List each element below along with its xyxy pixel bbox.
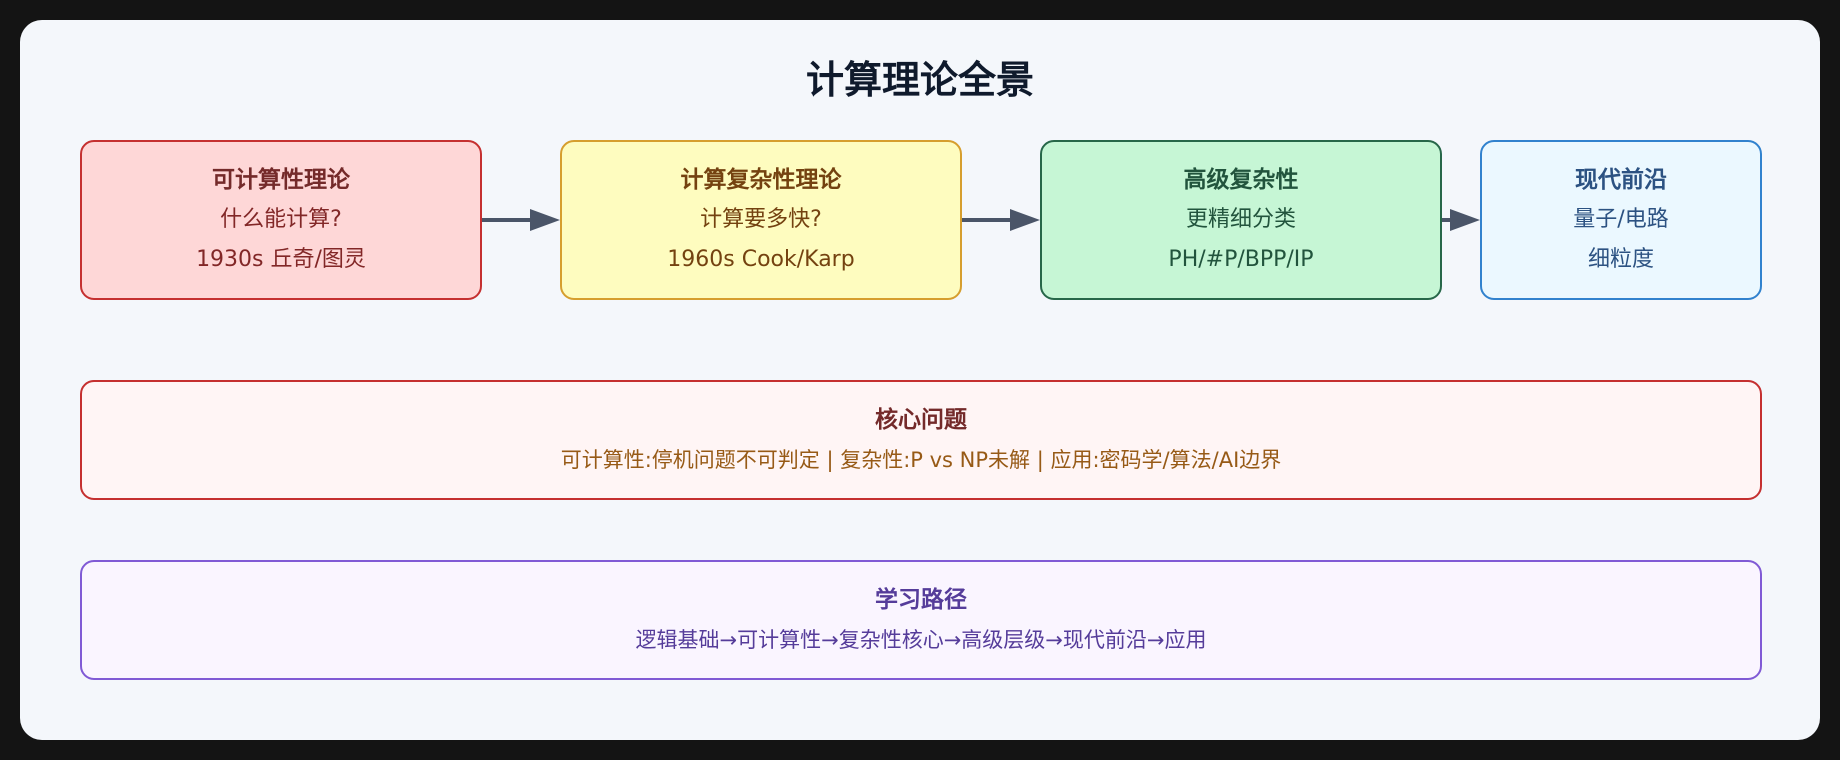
stage-era: 1930s 丘奇/图灵	[196, 247, 366, 272]
stage-title: 现代前沿	[1575, 167, 1667, 193]
core-questions-box: 核心问题 可计算性:停机问题不可判定 | 复杂性:P vs NP未解 | 应用:…	[80, 380, 1762, 500]
stage-classes: PH/#P/BPP/IP	[1168, 247, 1314, 272]
stage-title: 计算复杂性理论	[680, 167, 842, 193]
core-title: 核心问题	[875, 407, 967, 433]
learning-path-box: 学习路径 逻辑基础→可计算性→复杂性核心→高级层级→现代前沿→应用	[80, 560, 1762, 680]
core-text: 可计算性:停机问题不可判定 | 复杂性:P vs NP未解 | 应用:密码学/算…	[560, 448, 1282, 472]
arrowhead-icon	[1010, 209, 1040, 231]
arrowhead-icon	[1450, 209, 1480, 231]
stage-modern-frontier: 现代前沿 量子/电路 细粒度	[1480, 140, 1762, 300]
path-text: 逻辑基础→可计算性→复杂性核心→高级层级→现代前沿→应用	[635, 628, 1207, 652]
stage-topic: 量子/电路	[1573, 207, 1669, 232]
diagram-title: 计算理论全景	[805, 58, 1034, 102]
stage-complexity: 计算复杂性理论 计算要多快? 1960s Cook/Karp	[560, 140, 962, 300]
stage-question: 更精细分类	[1185, 207, 1296, 232]
arrowhead-icon	[530, 209, 560, 231]
path-title: 学习路径	[875, 587, 967, 613]
stage-question: 计算要多快?	[700, 207, 822, 232]
stage-computability: 可计算性理论 什么能计算? 1930s 丘奇/图灵	[80, 140, 482, 300]
stage-question: 什么能计算?	[220, 207, 342, 232]
stage-era: 1960s Cook/Karp	[667, 247, 855, 272]
stage-topic: 细粒度	[1587, 247, 1654, 272]
diagram-canvas: 计算理论全景 可计算性理论 什么能计算? 1930s 丘奇/图灵 计算复杂性理论…	[20, 20, 1820, 740]
stage-title: 高级复杂性	[1183, 167, 1299, 193]
stage-title: 可计算性理论	[212, 167, 350, 193]
stage-advanced-complexity: 高级复杂性 更精细分类 PH/#P/BPP/IP	[1040, 140, 1442, 300]
